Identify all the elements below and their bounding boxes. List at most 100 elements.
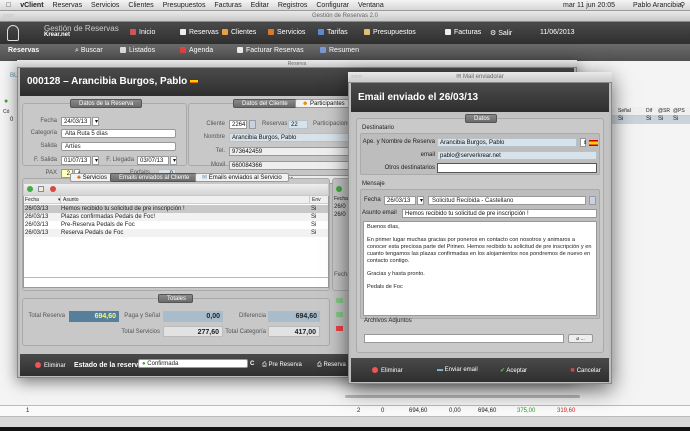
- date-picker-button[interactable]: ▾: [92, 156, 99, 165]
- status-value: 694,60: [478, 408, 497, 414]
- nav-tarifas[interactable]: Tarifas: [318, 29, 348, 36]
- nombre-field[interactable]: Arancibia Burgos, Pablo: [229, 133, 349, 142]
- side-header: Fecha: [334, 196, 348, 202]
- total-categoria-label: Total Categoría: [225, 329, 266, 335]
- menu-vclient[interactable]: vClient: [20, 2, 43, 9]
- fsalida-field[interactable]: 01/07/13: [61, 156, 91, 165]
- table-cell: Hemos recibido tu solicitud de pre inscr…: [61, 206, 185, 212]
- table-row[interactable]: 26/03/13 Hemos recibido tu solicitud de p…: [24, 205, 328, 213]
- window-controls[interactable]: ○○○: [3, 13, 14, 19]
- toggle-icon[interactable]: [336, 312, 343, 317]
- tab-servicios[interactable]: ♣ Servicios: [70, 173, 114, 182]
- menu-reservas[interactable]: Reservas: [53, 2, 83, 9]
- menu-presupuestos[interactable]: Presupuestos: [163, 2, 206, 9]
- aceptar-button[interactable]: ✔ Aceptar: [500, 367, 527, 374]
- edit-icon[interactable]: [38, 186, 44, 192]
- add-icon[interactable]: [336, 186, 342, 192]
- fecha-field[interactable]: 24/03/13: [61, 117, 91, 126]
- table-cell: Plazas confirmadas Pedals de Foc!: [61, 214, 156, 220]
- spotlight-icon[interactable]: ⚲: [680, 0, 685, 11]
- date-picker-button[interactable]: ▾: [170, 156, 177, 165]
- header-fecha[interactable]: Fecha: [25, 196, 39, 204]
- nav-presupuestos[interactable]: Presupuestos: [364, 29, 416, 36]
- pax-label: PAX: [45, 170, 57, 176]
- menu-editar[interactable]: Editar: [251, 2, 269, 9]
- horizontal-scrollbar[interactable]: [345, 395, 580, 398]
- fllegada-field[interactable]: 03/07/13: [137, 156, 169, 165]
- menu-configurar[interactable]: Configurar: [316, 2, 349, 9]
- apple-icon[interactable]: : [6, 2, 11, 9]
- toggle-icon[interactable]: [336, 298, 343, 303]
- header-asunto[interactable]: Asunto: [60, 196, 79, 204]
- ape-field[interactable]: Arancibia Burgos, Pablo: [437, 138, 577, 147]
- nav-inicio[interactable]: Inicio: [130, 29, 155, 36]
- delete-icon[interactable]: [50, 186, 56, 192]
- user-name[interactable]: Pablo Arancibia: [633, 0, 682, 11]
- mail-email-field[interactable]: pablo@serverkrear.net: [437, 151, 597, 160]
- section-title: Reservas: [8, 47, 40, 54]
- mail-eliminar-button[interactable]: Eliminar: [372, 367, 403, 374]
- otros-destinatarios-input[interactable]: [437, 163, 597, 173]
- date-picker-button[interactable]: ▾: [92, 117, 99, 126]
- logo-icon: [7, 25, 19, 41]
- menu-facturas[interactable]: Facturas: [214, 2, 241, 9]
- categoria-select[interactable]: Alta Ruta 5 días: [61, 129, 176, 138]
- plantilla-select[interactable]: Solicitud Recibida - Castellano: [428, 196, 586, 205]
- asunto-input[interactable]: Hemos recibido tu solicitud de pre inscr…: [402, 209, 597, 218]
- subnav-resumen[interactable]: Resumen: [320, 47, 359, 54]
- salida-select[interactable]: Artíes: [61, 142, 176, 151]
- adjuntos-input[interactable]: [364, 334, 564, 343]
- stepper-arrows[interactable]: ⇕: [580, 138, 587, 147]
- reserva-print-button[interactable]: ⎙ Reserva: [317, 362, 346, 369]
- subnav-listados[interactable]: Listados: [120, 47, 155, 54]
- pre-reserva-button[interactable]: ⎙ Pre Reserva: [262, 362, 302, 369]
- tab-datos[interactable]: Datos: [465, 114, 497, 123]
- paga-value: 0,00: [163, 311, 223, 322]
- add-icon[interactable]: [27, 186, 33, 192]
- tab-participantes[interactable]: ☻ Participantes: [295, 99, 352, 108]
- menu-ventana[interactable]: Ventana: [358, 2, 384, 9]
- cliente-label: Cliente: [206, 121, 225, 127]
- template-icon[interactable]: [589, 196, 596, 205]
- subnav-buscar[interactable]: ⌕ Buscar: [75, 47, 103, 55]
- client-card-icon[interactable]: [249, 120, 256, 129]
- cliente-field[interactable]: 2264: [229, 120, 247, 129]
- asunto-label: Asunto email: [362, 210, 397, 216]
- nav-reservas[interactable]: Reservas: [180, 29, 219, 36]
- table-row[interactable]: 26/03/13 Pre-Reserva Pedals de Foc Si: [24, 221, 328, 229]
- total-reserva-value: 694,60: [69, 311, 119, 322]
- tab-datos-reserva[interactable]: Datos de la Reserva: [70, 99, 143, 108]
- eliminar-button[interactable]: Eliminar: [35, 362, 66, 369]
- tab-emails-cliente[interactable]: Emails enviados al Cliente: [110, 173, 199, 182]
- subnav-agenda[interactable]: Agenda: [180, 47, 213, 54]
- body-textarea[interactable]: Buenos días, En primer lugar muchas graci…: [363, 221, 597, 316]
- window-controls[interactable]: ○○○: [351, 74, 362, 80]
- cancelar-button[interactable]: ✖ Cancelar: [570, 367, 601, 374]
- header-env[interactable]: Env: [309, 196, 321, 204]
- nav-servicios[interactable]: Servicios: [268, 29, 305, 36]
- tel-field[interactable]: 973642459: [229, 147, 349, 156]
- nav-salir[interactable]: ⚙ Salir: [490, 29, 512, 37]
- body-line: Gracias y hasta pronto.: [367, 270, 425, 277]
- menu-servicios[interactable]: Servicios: [91, 2, 119, 9]
- tab-emails-servicio[interactable]: ✉ Emails enviados al Servicio: [195, 173, 289, 182]
- total-servicios-label: Total Servicios: [121, 329, 160, 335]
- table-row[interactable]: 26/03/13 Reserva Pedals de Foc Si: [24, 229, 328, 237]
- estado-select[interactable]: ● Confirmada: [138, 359, 248, 368]
- menu-registros[interactable]: Registros: [278, 2, 308, 9]
- nav-facturas[interactable]: Facturas: [445, 29, 481, 36]
- subnav-facturar[interactable]: Facturar Reservas: [237, 47, 304, 54]
- attach-button[interactable]: ⌀ ...: [568, 334, 593, 343]
- reserva-window-title: Reserva: [287, 61, 307, 67]
- tab-datos-cliente[interactable]: Datos del Cliente: [233, 99, 297, 108]
- enviar-email-button[interactable]: ▬ Enviar email: [437, 367, 478, 373]
- date-picker-button[interactable]: ▾: [417, 196, 424, 205]
- movil-field[interactable]: 660084366: [229, 161, 349, 170]
- mail-fecha-field[interactable]: 26/03/13: [384, 196, 416, 205]
- table-row[interactable]: 26/03/13 Plazas confirmadas Pedals de Foc…: [24, 213, 328, 221]
- toggle-icon[interactable]: [336, 326, 343, 331]
- bg-add-icon[interactable]: ●: [4, 98, 8, 105]
- menu-clientes[interactable]: Clientes: [128, 2, 153, 9]
- nav-clientes[interactable]: Clientes: [222, 29, 256, 36]
- body-line: [367, 264, 593, 271]
